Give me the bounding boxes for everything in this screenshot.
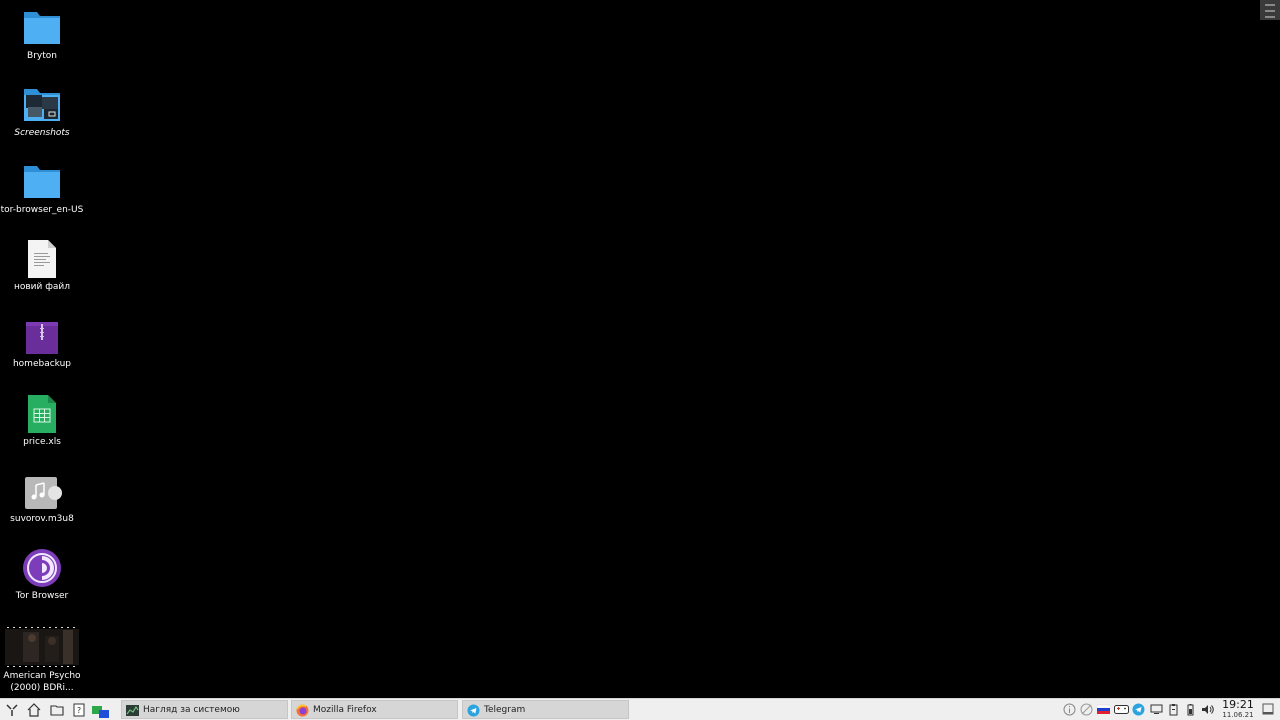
- taskbar: ? Нагляд за системою Mozilla Firefox Tel…: [0, 698, 1280, 720]
- desktop-icon-new-file[interactable]: новий файл: [0, 239, 84, 311]
- tor-browser-icon: [23, 549, 61, 587]
- desktop-icon-label: Bryton: [27, 51, 57, 61]
- desktop-menu-handle[interactable]: [1260, 0, 1280, 20]
- spreadsheet-icon: [28, 395, 56, 433]
- task-label: Нагляд за системою: [143, 705, 240, 715]
- task-label: Telegram: [484, 705, 526, 715]
- desktop-icon-screenshots[interactable]: Screenshots: [0, 85, 84, 157]
- desktop-icon-label: price.xls: [23, 437, 61, 447]
- folder-icon: [24, 166, 60, 198]
- show-desktop-icon[interactable]: [1262, 703, 1274, 715]
- clock[interactable]: 19:21 11.06.21: [1218, 698, 1258, 720]
- clock-date: 11.06.21: [1222, 711, 1254, 719]
- desktop-icon-label: новий файл: [13, 282, 71, 292]
- home-icon[interactable]: [26, 702, 42, 718]
- archive-icon: [26, 322, 58, 354]
- playlist-icon: [25, 477, 62, 509]
- clock-time: 19:21: [1222, 698, 1254, 711]
- task-firefox[interactable]: Mozilla Firefox: [291, 700, 458, 719]
- desktop-icon-label: suvorov.m3u8: [10, 514, 74, 524]
- desktop: Bryton Screenshots tor-browser_en-US нов…: [0, 0, 1280, 698]
- telegram-tray-icon[interactable]: [1132, 703, 1145, 716]
- desktop-pager-icon[interactable]: [91, 702, 111, 718]
- text-file-icon: [28, 240, 56, 278]
- desktop-icon-label: tor-browser_en-US: [0, 205, 84, 215]
- desktop-icon-label: American Psycho (2000) BDRi...: [3, 671, 81, 693]
- display-icon[interactable]: [1150, 703, 1163, 716]
- firefox-icon: [296, 704, 309, 717]
- video-thumbnail: [5, 626, 79, 668]
- desktop-icon-american-psycho[interactable]: American Psycho (2000) BDRi...: [0, 626, 84, 696]
- desktop-icon-bryton[interactable]: Bryton: [0, 8, 84, 80]
- task-telegram[interactable]: Telegram: [462, 700, 629, 719]
- task-system-monitor[interactable]: Нагляд за системою: [121, 700, 288, 719]
- clipboard-icon[interactable]: [1167, 703, 1180, 716]
- desktop-icon-tor-browser[interactable]: Tor Browser: [0, 548, 84, 620]
- folder-icon: [24, 12, 60, 44]
- help-icon[interactable]: ?: [71, 702, 87, 718]
- task-label: Mozilla Firefox: [313, 705, 377, 715]
- desktop-icon-label: Tor Browser: [15, 591, 69, 601]
- desktop-icon-label: Screenshots: [14, 128, 70, 138]
- telegram-icon: [467, 704, 480, 717]
- info-icon[interactable]: [1063, 703, 1076, 716]
- desktop-icon-homebackup[interactable]: homebackup: [0, 316, 84, 388]
- desktop-icon-suvorov-m3u8[interactable]: suvorov.m3u8: [0, 471, 84, 543]
- screenshots-folder-icon: [24, 89, 60, 121]
- battery-icon[interactable]: [1184, 703, 1197, 716]
- app-menu-icon[interactable]: [4, 702, 20, 718]
- network-icon[interactable]: [1080, 703, 1093, 716]
- file-manager-icon[interactable]: [49, 702, 65, 718]
- russian-flag-icon[interactable]: [1097, 703, 1110, 716]
- gamepad-icon[interactable]: [1114, 703, 1129, 716]
- desktop-icon-price-xls[interactable]: price.xls: [0, 394, 84, 466]
- volume-icon[interactable]: [1201, 703, 1214, 716]
- svg-text:?: ?: [77, 706, 81, 715]
- desktop-icon-tor-browser-folder[interactable]: tor-browser_en-US: [0, 162, 84, 234]
- desktop-icon-label: homebackup: [12, 359, 72, 369]
- system-monitor-icon: [126, 705, 139, 716]
